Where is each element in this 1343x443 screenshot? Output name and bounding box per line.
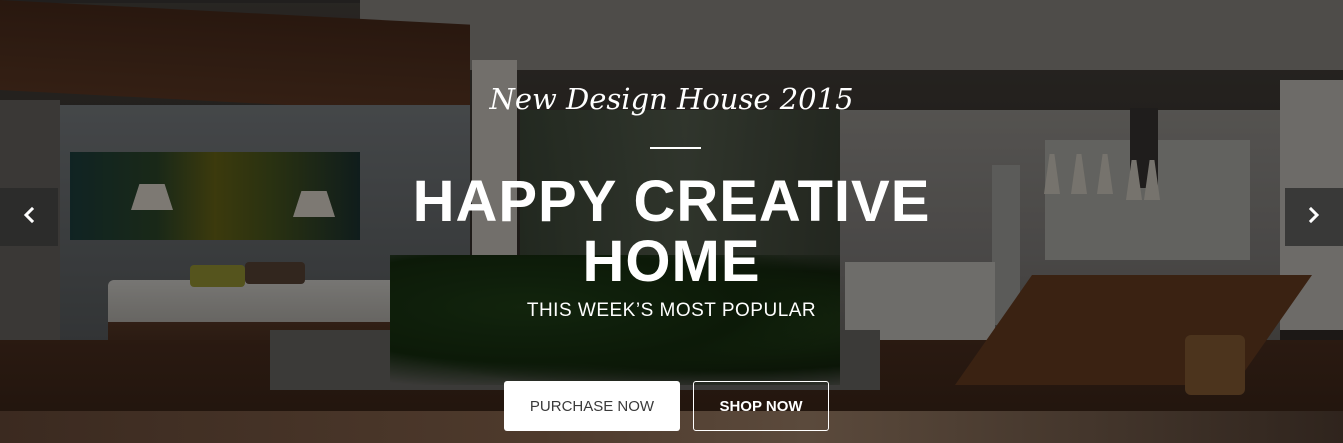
slide-title-line: HOME bbox=[582, 229, 761, 294]
caption-divider bbox=[650, 147, 701, 149]
hero-slider: New Design House 2015 HAPPY CREATIVE HOM… bbox=[0, 0, 1343, 443]
shop-now-button[interactable]: SHOP NOW bbox=[693, 381, 829, 431]
slide-tagline: THIS WEEK’S MOST POPULAR bbox=[526, 300, 817, 321]
slide-caption: New Design House 2015 HAPPY CREATIVE HOM… bbox=[0, 0, 1343, 443]
slide-title-line: HAPPY CREATIVE bbox=[412, 169, 931, 234]
slide-title: HAPPY CREATIVE HOME bbox=[0, 172, 1343, 292]
slide-subtitle: New Design House 2015 bbox=[489, 82, 854, 116]
purchase-now-button[interactable]: PURCHASE NOW bbox=[504, 381, 680, 431]
